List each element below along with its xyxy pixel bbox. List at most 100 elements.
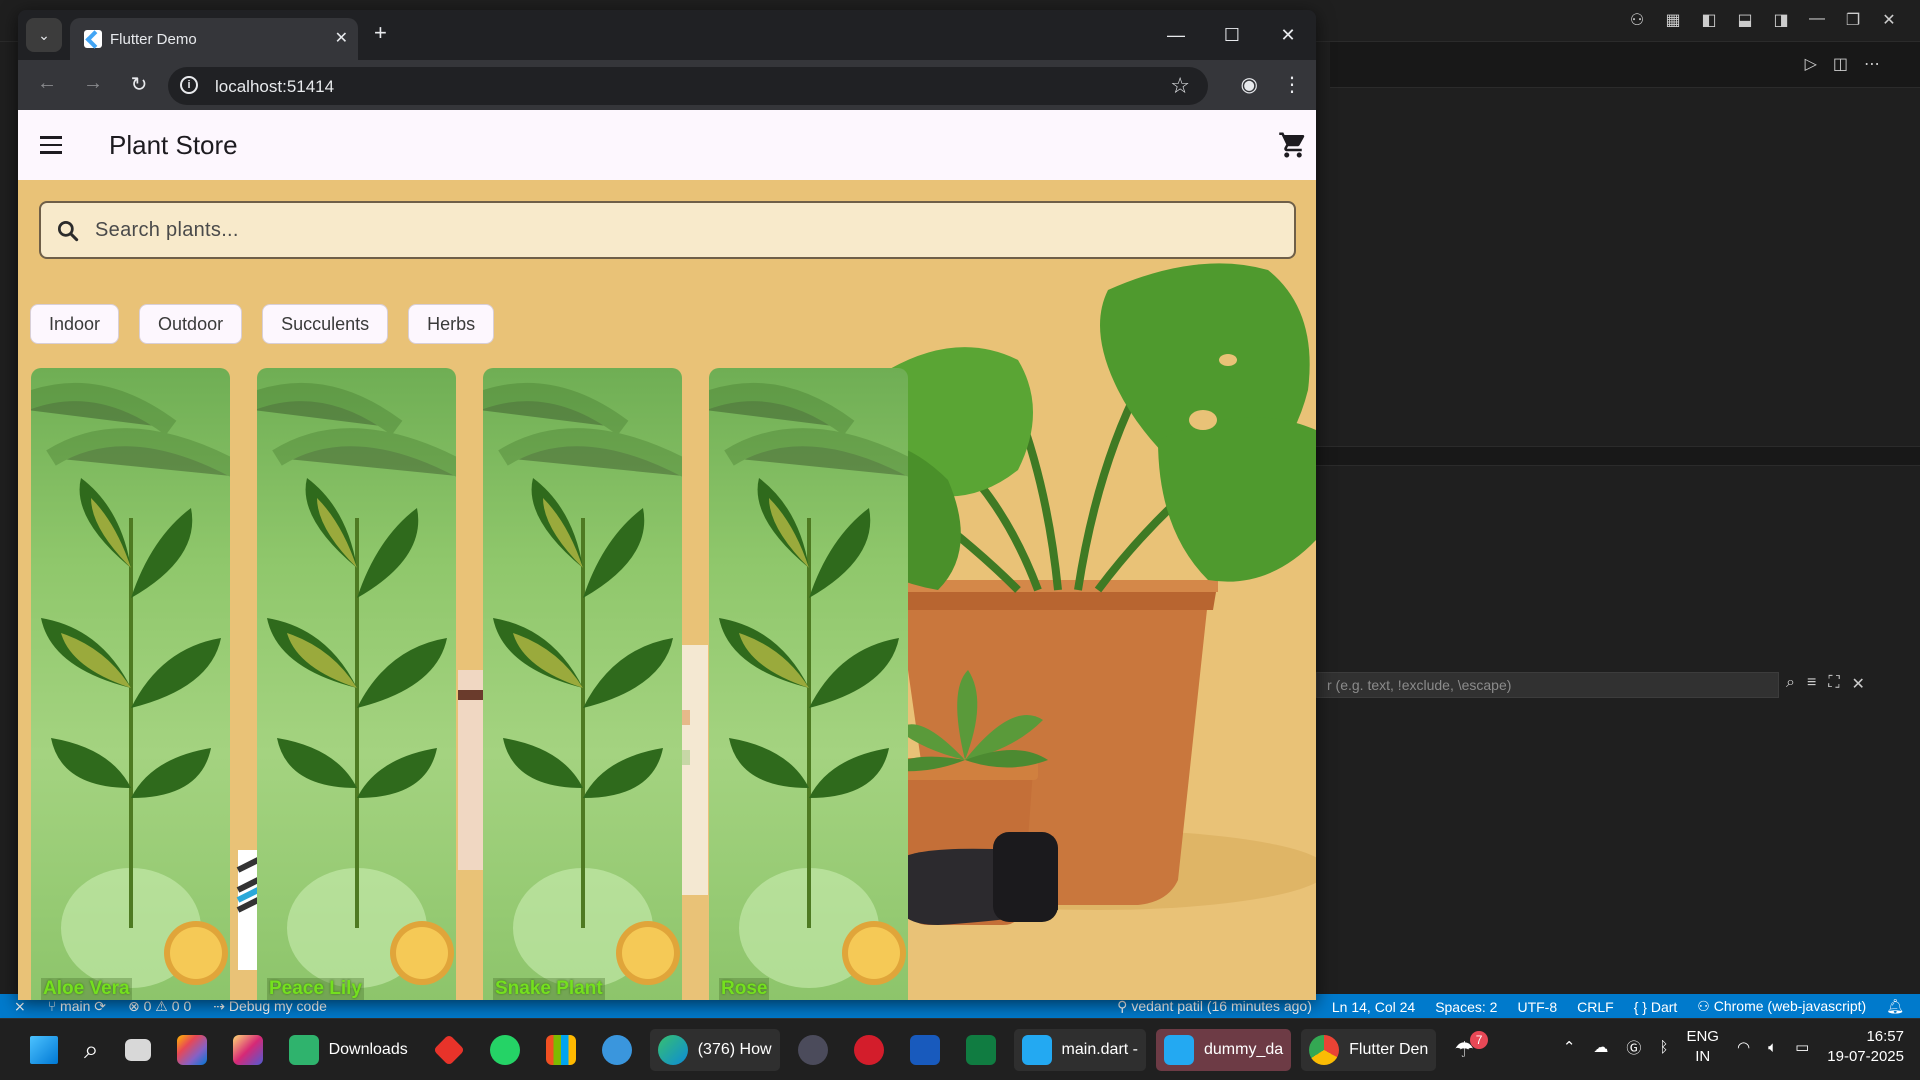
vscode-dummy-button[interactable]: dummy_da: [1156, 1029, 1292, 1071]
search-button[interactable]: ⌕: [76, 1029, 107, 1071]
clock[interactable]: 16:57 19-07-2025: [1827, 1027, 1904, 1067]
start-button[interactable]: [22, 1029, 66, 1071]
category-chip-indoor[interactable]: Indoor: [30, 304, 120, 344]
input-language[interactable]: ENG IN: [1686, 1027, 1719, 1067]
indentation-status[interactable]: Spaces: 2: [1435, 999, 1497, 1015]
encoding-status[interactable]: UTF-8: [1517, 999, 1557, 1015]
problems-status[interactable]: ⊗ 0 ⚠ 0 0: [128, 998, 191, 1015]
remote-icon[interactable]: ⨯: [14, 998, 26, 1015]
close-icon[interactable]: ✕: [1852, 674, 1865, 694]
profile-icon[interactable]: ◉: [1241, 72, 1258, 97]
excel-button[interactable]: [958, 1029, 1004, 1071]
system-tray: ⌃ ☁ Ⓖ ᛒ ENG IN ◠ 🔈︎ ▭ 16:57 19-07-2025: [1563, 1027, 1904, 1067]
navigation-buttons: ← → ↻: [34, 72, 152, 97]
plant-image: [31, 383, 230, 988]
vscode-layout-controls: ⚇ ▦ ◧ ⬓ ◨ — ❐ ✕: [1626, 10, 1900, 30]
debug-target-status[interactable]: ⚇ Chrome (web-javascript): [1697, 998, 1866, 1015]
minimize-icon[interactable]: —: [1806, 10, 1828, 30]
vscode-icon: [1164, 1035, 1194, 1065]
store-button[interactable]: [538, 1029, 584, 1071]
url-text[interactable]: localhost:51414: [215, 77, 334, 97]
search-icon[interactable]: ⌕: [1786, 674, 1795, 694]
tips-button[interactable]: [594, 1029, 640, 1071]
app-red-diamond-button[interactable]: [426, 1029, 472, 1071]
panel-divider[interactable]: [1316, 446, 1920, 466]
debug-status[interactable]: ⇢ Debug my code: [213, 998, 327, 1015]
vscode-main-button[interactable]: main.dart -: [1013, 1029, 1146, 1071]
copilot-icon[interactable]: ⚇: [1626, 10, 1648, 30]
media-player-button[interactable]: [790, 1029, 836, 1071]
app-title: Plant Store: [109, 130, 238, 160]
cursor-position[interactable]: Ln 14, Col 24: [1332, 999, 1415, 1015]
eol-status[interactable]: CRLF: [1577, 999, 1614, 1015]
forward-icon[interactable]: →: [80, 72, 106, 97]
close-window-button[interactable]: ✕: [1260, 10, 1316, 60]
edge-button[interactable]: (376) How: [649, 1029, 780, 1071]
close-tab-icon[interactable]: ✕: [335, 28, 348, 48]
tab-flutter-demo[interactable]: Flutter Demo ✕: [70, 18, 358, 60]
shopping-cart-icon[interactable]: [1278, 130, 1308, 160]
plant-card-aloe-vera[interactable]: Aloe Vera: [31, 368, 230, 1000]
reload-icon[interactable]: ↻: [126, 72, 152, 97]
minimize-button[interactable]: —: [1148, 10, 1204, 60]
editor-area[interactable]: [1316, 88, 1920, 448]
whatsapp-button[interactable]: [482, 1029, 528, 1071]
maximize-button[interactable]: ☐: [1204, 10, 1260, 60]
more-icon[interactable]: ⋯: [1864, 54, 1880, 74]
git-blame-status[interactable]: ⚲ vedant patil (16 minutes ago): [1117, 998, 1312, 1015]
back-icon[interactable]: ←: [34, 72, 60, 97]
show-hidden-icons-icon[interactable]: ⌃: [1563, 1038, 1576, 1056]
grammarly-icon[interactable]: Ⓖ: [1626, 1037, 1641, 1058]
split-editor-icon[interactable]: ◫: [1833, 54, 1848, 74]
layout-customize-icon[interactable]: ▦: [1662, 10, 1684, 30]
downloads-button[interactable]: Downloads: [281, 1029, 416, 1071]
tuf-button[interactable]: [846, 1029, 892, 1071]
windows-logo-icon: [30, 1036, 58, 1064]
site-info-icon[interactable]: i: [180, 76, 198, 94]
branch-status[interactable]: ⑂ main ⟳: [48, 998, 106, 1015]
hamburger-menu-icon[interactable]: [40, 136, 62, 154]
language-status[interactable]: { } Dart: [1634, 999, 1678, 1015]
browser-toolbar: ← → ↻ i localhost:51414 ☆ ◉ ⋮: [18, 60, 1316, 110]
toggle-panel-icon[interactable]: ⬓: [1734, 10, 1756, 30]
close-icon[interactable]: ✕: [1878, 10, 1900, 30]
filter-input[interactable]: r (e.g. text, !exclude, \escape): [1316, 672, 1779, 698]
windows-taskbar: ⌕ Downloads (376) How main.dart - dummy_…: [0, 1018, 1920, 1080]
new-tab-button[interactable]: +: [374, 22, 387, 44]
run-icon[interactable]: ▷: [1805, 54, 1817, 74]
toggle-sidebar-icon[interactable]: ◧: [1698, 10, 1720, 30]
copilot-button[interactable]: [169, 1029, 215, 1071]
category-chip-herbs[interactable]: Herbs: [408, 304, 495, 344]
plant-card-rose[interactable]: Rose: [709, 368, 908, 1000]
menu-kebab-icon[interactable]: ⋮: [1282, 72, 1302, 97]
plant-card-peace-lily[interactable]: Peace Lily: [257, 368, 456, 1000]
instagram-icon: [232, 1035, 263, 1065]
list-icon[interactable]: ≡: [1807, 674, 1816, 694]
category-chip-outdoor[interactable]: Outdoor: [139, 304, 243, 344]
terminal-panel-header: r (e.g. text, !exclude, \escape) ⌕ ≡ ⛶ ✕: [1316, 670, 1920, 700]
battery-icon[interactable]: ▭: [1795, 1038, 1809, 1056]
weather-button[interactable]: ☂ 7: [1446, 1029, 1496, 1071]
category-chip-succulents[interactable]: Succulents: [262, 304, 389, 344]
notifications-icon[interactable]: 🔔︎: [1886, 998, 1904, 1015]
tab-search-button[interactable]: ⌄: [26, 18, 62, 52]
task-view-button[interactable]: [117, 1029, 159, 1071]
toggle-secondary-sidebar-icon[interactable]: ◨: [1770, 10, 1792, 30]
chrome-icon: [1309, 1035, 1340, 1065]
plant-card-snake-plant[interactable]: Snake Plant: [483, 368, 682, 1000]
volume-icon[interactable]: 🔈︎: [1768, 1039, 1777, 1056]
restore-icon[interactable]: ❐: [1842, 10, 1864, 30]
wifi-icon[interactable]: ◠: [1737, 1038, 1750, 1056]
bookmark-star-icon[interactable]: ☆: [1170, 73, 1190, 99]
category-chips: Indoor Outdoor Succulents Herbs: [30, 304, 495, 344]
address-bar[interactable]: i localhost:51414 ☆: [168, 67, 1208, 105]
bluetooth-icon[interactable]: ᛒ: [1659, 1039, 1668, 1056]
word-button[interactable]: [902, 1029, 948, 1071]
instagram-button[interactable]: [225, 1029, 271, 1071]
maximize-icon[interactable]: ⛶: [1828, 674, 1839, 694]
search-input[interactable]: Search plants...: [39, 201, 1296, 259]
play-icon: [797, 1035, 828, 1065]
branch-name: main: [60, 998, 91, 1014]
chrome-flutter-button[interactable]: Flutter Den: [1301, 1029, 1437, 1071]
onedrive-icon[interactable]: ☁: [1593, 1038, 1608, 1056]
